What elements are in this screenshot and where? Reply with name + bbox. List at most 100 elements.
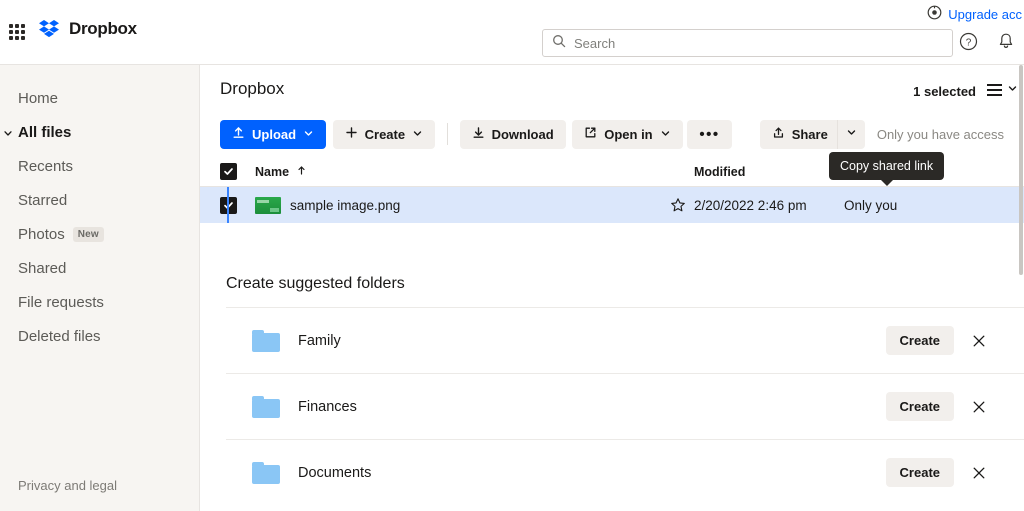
folder-actions: Create [885, 458, 988, 487]
create-button[interactable]: Create [332, 119, 436, 149]
help-circle-icon[interactable]: ? [958, 31, 978, 51]
external-link-icon [584, 126, 597, 142]
more-actions-button[interactable]: ••• [687, 119, 732, 149]
close-x-icon[interactable] [970, 464, 988, 482]
star-outline-icon[interactable] [670, 197, 686, 213]
folder-name-label: Family [298, 332, 341, 349]
suggested-folders-title: Create suggested folders [226, 275, 405, 292]
sidebar-item-label: Shared [18, 259, 67, 277]
sidebar-item-label: Photos [18, 225, 65, 243]
header-icon-group: ? [958, 31, 1016, 51]
upload-label: Upload [252, 126, 297, 142]
sidebar-item-file-requests[interactable]: File requests [0, 285, 199, 319]
chevron-down-icon [412, 127, 423, 142]
vertical-scrollbar[interactable] [1018, 65, 1024, 511]
upload-button[interactable]: Upload [220, 119, 327, 149]
svg-text:?: ? [965, 37, 971, 48]
brand-name-label: Dropbox [69, 19, 137, 38]
list-item[interactable]: Family Create [226, 307, 1024, 373]
apps-grid-icon[interactable] [6, 21, 28, 43]
search-input[interactable] [574, 35, 943, 51]
column-name-label: Name [255, 164, 290, 179]
suggested-folders-section: Create suggested folders Family Create F… [200, 275, 1024, 505]
list-item[interactable]: Finances Create [226, 373, 1024, 439]
sidebar-item-label: Home [18, 89, 59, 107]
share-button[interactable]: Share [759, 119, 837, 149]
create-folder-button[interactable]: Create [885, 326, 954, 355]
sidebar-item-all-files[interactable]: All files [0, 115, 199, 149]
upload-arrow-icon [232, 126, 245, 142]
share-upload-icon [772, 126, 785, 142]
sidebar-nav: Home All files Recents Starred Photos Ne… [0, 65, 199, 353]
file-access-label: Only you [844, 197, 898, 213]
top-header-bar: Dropbox Upgrade acc [0, 0, 1024, 65]
open-in-button[interactable]: Open in [572, 119, 683, 149]
folder-icon [252, 461, 280, 484]
close-x-icon[interactable] [970, 332, 988, 350]
breadcrumb[interactable]: Dropbox [220, 79, 284, 99]
column-header-modified[interactable]: Modified [694, 165, 745, 179]
folder-actions: Create [885, 326, 988, 355]
new-badge: New [72, 226, 104, 242]
bell-icon[interactable] [996, 31, 1016, 51]
upgrade-circle-icon [927, 5, 942, 23]
folder-actions: Create [885, 392, 988, 421]
share-dropdown-toggle[interactable] [836, 119, 865, 149]
download-button[interactable]: Download [459, 119, 566, 149]
search-icon [552, 34, 566, 53]
sidebar-item-recents[interactable]: Recents [0, 149, 199, 183]
row-checkbox[interactable] [220, 196, 237, 214]
sidebar-item-photos[interactable]: Photos New [0, 217, 199, 251]
create-folder-button[interactable]: Create [885, 392, 954, 421]
sidebar-item-label: All files [18, 123, 72, 141]
create-folder-button[interactable]: Create [885, 458, 954, 487]
open-in-label: Open in [604, 126, 653, 142]
main-content-area: Dropbox 1 selected Upload Create Downloa… [200, 65, 1024, 511]
chevron-down-icon [660, 127, 671, 142]
list-item[interactable]: Documents Create [226, 439, 1024, 505]
selection-status: 1 selected [913, 84, 976, 99]
column-header-name[interactable]: Name [255, 165, 307, 179]
content-header-row: Dropbox 1 selected [200, 65, 1024, 111]
share-label: Share [791, 126, 828, 142]
share-split-button: Share [759, 119, 865, 149]
file-modified-date: 2/20/2022 2:46 pm [694, 197, 807, 213]
sidebar-item-label: Starred [18, 191, 68, 209]
sidebar-item-label: Deleted files [18, 327, 101, 345]
copy-shared-link-tooltip: Copy shared link [829, 152, 945, 186]
chevron-down-icon [2, 126, 14, 138]
view-options-button[interactable] [987, 81, 1018, 99]
sidebar-item-label: Recents [18, 157, 74, 175]
sidebar-item-home[interactable]: Home [0, 81, 199, 115]
download-label: Download [491, 126, 554, 142]
search-bar[interactable] [542, 29, 953, 57]
chevron-down-icon [846, 125, 857, 143]
privacy-and-legal-link[interactable]: Privacy and legal [18, 478, 117, 493]
folder-name-label: Finances [298, 398, 357, 415]
folder-name-label: Documents [298, 464, 372, 481]
scrollbar-thumb[interactable] [1019, 65, 1023, 275]
image-thumbnail [255, 196, 281, 214]
select-all-checkbox[interactable] [220, 163, 237, 180]
left-sidebar: Home All files Recents Starred Photos Ne… [0, 65, 200, 511]
table-row[interactable]: sample image.png 2/20/2022 2:46 pm Only … [200, 187, 1024, 223]
folder-icon [252, 329, 280, 352]
chevron-down-icon [1007, 81, 1018, 99]
dropbox-app-window: Dropbox Upgrade acc [0, 0, 1024, 511]
sidebar-item-deleted-files[interactable]: Deleted files [0, 319, 199, 353]
sidebar-item-label: File requests [18, 293, 104, 311]
arrow-up-icon [296, 165, 307, 179]
upgrade-label: Upgrade acc [948, 6, 1022, 22]
dropbox-brand-logo[interactable]: Dropbox [38, 17, 137, 41]
list-view-icon [987, 84, 1002, 96]
sidebar-item-shared[interactable]: Shared [0, 251, 199, 285]
action-toolbar: Upload Create Download Open in ••• Share… [200, 111, 1024, 157]
upgrade-account-link[interactable]: Upgrade acc [927, 5, 1022, 23]
close-x-icon[interactable] [970, 398, 988, 416]
create-label: Create [364, 126, 406, 142]
chevron-down-icon [303, 127, 314, 142]
sidebar-item-starred[interactable]: Starred [0, 183, 199, 217]
file-name-label[interactable]: sample image.png [290, 198, 400, 213]
download-arrow-icon [472, 126, 485, 142]
plus-icon [345, 126, 358, 142]
